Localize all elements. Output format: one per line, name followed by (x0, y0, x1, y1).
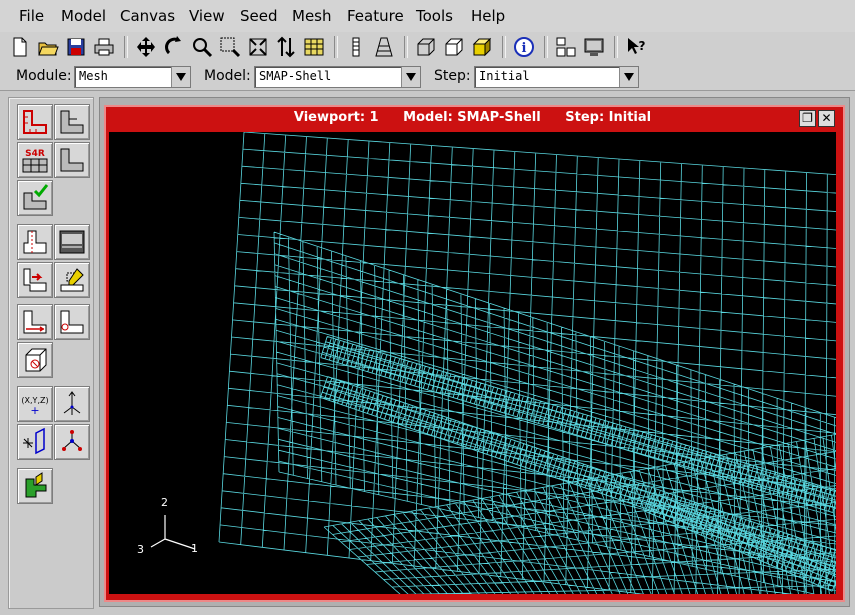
module-label: Module: (16, 68, 72, 84)
viewport-canvas[interactable]: 2 1 3 (109, 132, 836, 594)
seed-part-instance-button[interactable] (17, 104, 53, 140)
vertical-bar-icon[interactable] (344, 35, 368, 59)
model-select[interactable]: SMAP-Shell (254, 66, 421, 88)
module-toolbox: S4R (X,Y,Z) + (8, 97, 94, 609)
new-file-icon[interactable] (8, 35, 32, 59)
partition-cell-button[interactable] (54, 224, 90, 260)
menu-view[interactable]: View (189, 7, 225, 25)
model-value: SMAP-Shell (259, 69, 332, 83)
cycle-views-icon[interactable] (274, 35, 298, 59)
step-label: Step: (434, 68, 471, 84)
svg-text:+: + (30, 404, 39, 417)
context-bar: Module: Mesh Model: SMAP-Shell Step: Ini… (0, 62, 855, 91)
assign-element-type-button[interactable]: S4R (17, 142, 53, 178)
menu-tools[interactable]: Tools (416, 7, 453, 25)
create-virtual-topology-button[interactable] (17, 262, 53, 298)
pan-icon[interactable] (134, 35, 158, 59)
svg-text:?: ? (639, 39, 646, 53)
query-info-icon[interactable]: i (512, 35, 536, 59)
edit-geometry-button[interactable] (54, 262, 90, 298)
model-label: Model: (204, 68, 251, 84)
module-select[interactable]: Mesh (74, 66, 191, 88)
viewport-display-icon[interactable] (582, 35, 606, 59)
datum-manager-button[interactable] (17, 468, 53, 504)
chevron-down-icon[interactable] (171, 67, 190, 87)
step-value: Initial (479, 69, 530, 83)
zoom-icon[interactable] (190, 35, 214, 59)
open-folder-icon[interactable] (36, 35, 60, 59)
module-value: Mesh (79, 69, 108, 83)
auto-fit-icon[interactable] (246, 35, 270, 59)
grid-icon[interactable] (302, 35, 326, 59)
menu-canvas[interactable]: Canvas (120, 7, 175, 25)
viewport-window[interactable]: Viewport: 1 Model: SMAP-Shell Step: Init… (104, 105, 845, 602)
menu-seed[interactable]: Seed (240, 7, 278, 25)
viewport-title-model: Model: SMAP-Shell (403, 110, 541, 125)
menu-file[interactable]: File (19, 7, 44, 25)
hidden-render-icon[interactable] (442, 35, 466, 59)
axis-triad (150, 515, 196, 550)
svg-text:S4R: S4R (25, 149, 45, 159)
query-edge-button[interactable] (17, 304, 53, 340)
close-icon[interactable]: ✕ (818, 110, 835, 127)
menu-help[interactable]: Help (471, 7, 505, 25)
partition-face-button[interactable] (17, 224, 53, 260)
maximize-icon[interactable]: ❐ (799, 110, 816, 127)
shaded-render-icon[interactable] (470, 35, 494, 59)
datum-plane-button[interactable] (17, 424, 53, 460)
context-help-icon[interactable]: ? (624, 35, 648, 59)
verify-mesh-button[interactable] (17, 180, 53, 216)
svg-text:i: i (522, 41, 527, 56)
menu-feature[interactable]: Feature (347, 7, 404, 25)
menu-mesh[interactable]: Mesh (292, 7, 332, 25)
perspective-icon[interactable] (372, 35, 396, 59)
assign-mesh-controls-button[interactable] (54, 142, 90, 178)
datum-point-button[interactable]: (X,Y,Z) + (17, 386, 53, 422)
seed-edge-button[interactable] (54, 104, 90, 140)
wireframe-render-icon[interactable] (414, 35, 438, 59)
create-datum-button[interactable] (54, 304, 90, 340)
chevron-down-icon[interactable] (619, 67, 638, 87)
box-zoom-icon[interactable] (218, 35, 242, 59)
datum-axis-button[interactable] (54, 386, 90, 422)
viewport-title-bar[interactable]: Viewport: 1 Model: SMAP-Shell Step: Init… (106, 107, 839, 129)
viewport-title: Viewport: 1 (293, 110, 379, 125)
axis-2-label: 2 (161, 496, 168, 509)
toolbar: i ? (0, 32, 855, 62)
step-select[interactable]: Initial (474, 66, 639, 88)
save-icon[interactable] (64, 35, 88, 59)
menu-model[interactable]: Model (61, 7, 106, 25)
datum-csys-button[interactable] (54, 424, 90, 460)
rotate-icon[interactable] (162, 35, 186, 59)
axis-3-label: 3 (137, 543, 144, 556)
viewport-layout-icon[interactable] (554, 35, 578, 59)
viewport-title-step: Step: Initial (565, 110, 652, 125)
menu-bar: File Model Canvas View Seed Mesh Feature… (0, 0, 855, 33)
print-icon[interactable] (92, 35, 116, 59)
partition-solid-button[interactable] (17, 342, 53, 378)
axis-1-label: 1 (191, 542, 198, 555)
chevron-down-icon[interactable] (401, 67, 420, 87)
